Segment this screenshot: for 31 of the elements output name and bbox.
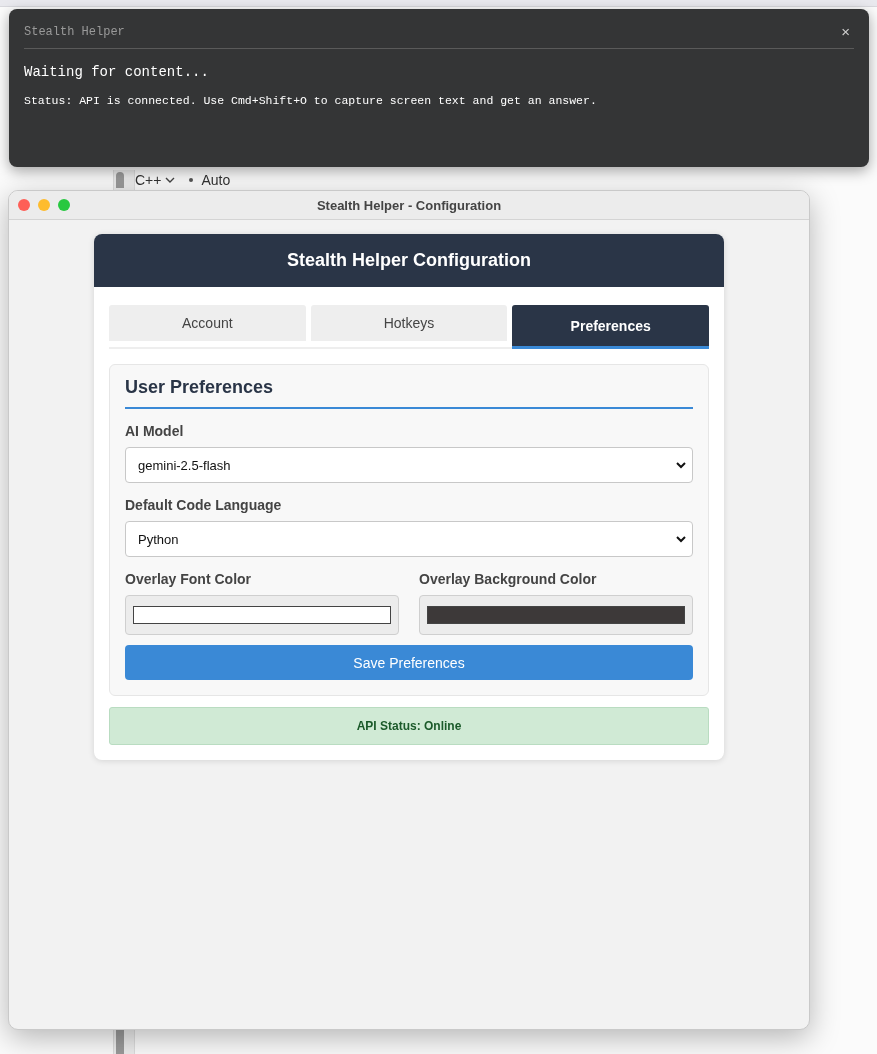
window-title: Stealth Helper - Configuration	[316, 197, 502, 213]
chevron-icon	[676, 461, 686, 469]
color-picker[interactable]	[419, 595, 693, 635]
mode-label: Auto	[201, 172, 231, 188]
close-button[interactable]: ×	[837, 23, 854, 40]
tab[interactable]: Account	[109, 305, 306, 341]
tab[interactable]: Hotkeys	[310, 305, 508, 341]
dropdown[interactable]: Python	[125, 521, 693, 557]
overlay-title: Stealth Helper	[24, 24, 125, 39]
language-dropdown[interactable]: C++	[135, 172, 176, 188]
dropdown[interactable]: gemini-2.5-flash	[125, 447, 693, 483]
chevron-icon	[676, 535, 686, 543]
chevron-icon	[165, 176, 176, 184]
save-button[interactable]: Save Preferences	[125, 645, 693, 680]
tab[interactable]: Preferences	[512, 305, 709, 349]
field-label: Default Code Language	[125, 497, 283, 513]
card-header: Stealth Helper Configuration	[94, 234, 724, 287]
status-text: Status: API is connected. Use Cmd+Shift+O to capture screen text and get an answer.	[24, 94, 598, 107]
color-picker[interactable]	[125, 595, 399, 635]
section-title: User Preferences	[125, 377, 693, 409]
field-label: Overlay Background Color	[419, 571, 598, 587]
field-label: AI Model	[125, 423, 185, 439]
field-label: Overlay Font Color	[125, 571, 253, 587]
bullet-icon	[189, 178, 194, 182]
zoom-button[interactable]	[58, 199, 70, 211]
status-banner: API Status: Online	[109, 707, 709, 745]
scrollbar-thumb[interactable]	[116, 1030, 124, 1054]
overlay-message: Waiting for content...	[24, 64, 210, 80]
close-button[interactable]	[18, 199, 30, 211]
scrollbar-thumb[interactable]	[116, 172, 124, 188]
minimize-button[interactable]	[38, 199, 50, 211]
